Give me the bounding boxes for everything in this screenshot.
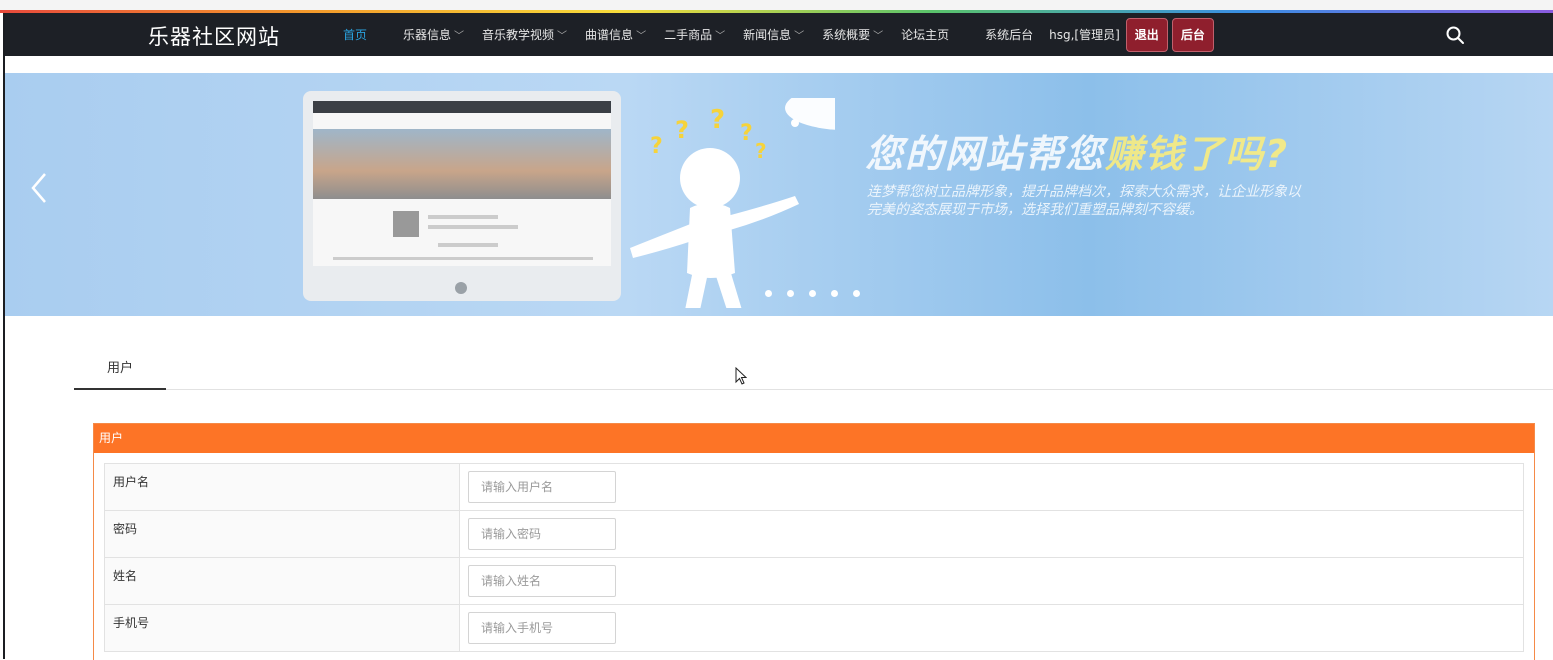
phone-label: 手机号 <box>105 605 460 651</box>
svg-text:?: ? <box>740 121 753 146</box>
tab-user[interactable]: 用户 <box>74 355 166 390</box>
chevron-down-icon: ﹀ <box>557 31 568 42</box>
mouse-cursor-icon <box>735 367 747 385</box>
pointing-figure-illustration: ? ? ? ? ? <box>630 98 835 308</box>
password-input[interactable] <box>468 518 616 550</box>
form-row-username: 用户名 <box>105 464 1523 511</box>
user-form-table: 用户名 密码 姓名 手机号 <box>104 463 1524 652</box>
svg-text:?: ? <box>650 134 663 159</box>
nav-item-system-overview[interactable]: 系统概要 ﹀ <box>822 26 883 43</box>
carousel-dots <box>765 290 875 297</box>
carousel-dot[interactable] <box>831 290 838 297</box>
form-row-phone: 手机号 <box>105 605 1523 652</box>
user-form-panel: 用户 用户名 密码 姓名 手机号 <box>93 423 1535 660</box>
username-input[interactable] <box>468 471 616 503</box>
banner-headline: 您的网站帮您赚钱了吗? <box>865 132 1290 176</box>
chevron-down-icon: ﹀ <box>873 31 884 42</box>
nav-item-backend[interactable]: 系统后台 <box>985 26 1033 43</box>
logout-button[interactable]: 退出 <box>1125 17 1168 52</box>
nav-item-instruments[interactable]: 乐器信息 ﹀ <box>403 26 464 43</box>
panel-title: 用户 <box>94 424 1534 453</box>
carousel-dot[interactable] <box>809 290 816 297</box>
nav-item-sheet-music[interactable]: 曲谱信息 ﹀ <box>585 26 646 43</box>
chevron-down-icon: ﹀ <box>454 31 465 42</box>
nav-item-forum[interactable]: 论坛主页 <box>901 26 949 43</box>
banner-subtext: 连梦帮您树立品牌形象，提升品牌档次，探索大众需求，让企业形象以完美的姿态展现于市… <box>867 184 1301 218</box>
carousel-dot[interactable] <box>787 290 794 297</box>
hero-banner-carousel: ? ? ? ? ? 您的网站帮您赚钱了吗? 连梦帮您树立品牌形象，提升品牌档次，… <box>5 73 1553 316</box>
carousel-dot[interactable] <box>853 290 860 297</box>
nav-item-news[interactable]: 新闻信息 ﹀ <box>743 26 804 43</box>
nav-item-home[interactable]: 首页 <box>343 26 367 43</box>
current-user-label: hsg,[管理员] <box>1049 28 1120 42</box>
admin-panel-button[interactable]: 后台 <box>1171 17 1214 52</box>
chevron-down-icon: ﹀ <box>715 31 726 42</box>
svg-text:?: ? <box>675 116 689 144</box>
nav-item-second-hand[interactable]: 二手商品 ﹀ <box>664 26 725 43</box>
site-brand[interactable]: 乐器社区网站 <box>148 21 280 51</box>
content-tabs: 用户 <box>74 355 1553 390</box>
svg-text:?: ? <box>710 105 725 135</box>
form-row-password: 密码 <box>105 511 1523 558</box>
chevron-down-icon: ﹀ <box>794 31 805 42</box>
form-row-name: 姓名 <box>105 558 1523 605</box>
username-label: 用户名 <box>105 464 460 510</box>
name-label: 姓名 <box>105 558 460 604</box>
monitor-screen <box>313 101 611 266</box>
name-input[interactable] <box>468 565 616 597</box>
apple-logo-icon <box>455 282 467 294</box>
monitor-illustration <box>303 91 621 301</box>
window-left-border <box>3 13 5 659</box>
carousel-dot[interactable] <box>765 290 772 297</box>
phone-input[interactable] <box>468 612 616 644</box>
qr-code-icon <box>393 211 419 237</box>
password-label: 密码 <box>105 511 460 557</box>
search-icon[interactable] <box>1445 25 1465 45</box>
svg-text:?: ? <box>755 139 767 163</box>
chevron-down-icon: ﹀ <box>636 31 647 42</box>
nav-menu: 首页 乐器信息 ﹀ 音乐教学视频 ﹀ 曲谱信息 ﹀ 二手商品 ﹀ 新闻信息 ﹀ 系统概要 ﹀… <box>343 13 1214 56</box>
nav-item-music-videos[interactable]: 音乐教学视频 ﹀ <box>482 26 567 43</box>
carousel-prev-arrow-icon[interactable] <box>27 168 51 208</box>
top-navbar: 乐器社区网站 首页 乐器信息 ﹀ 音乐教学视频 ﹀ 曲谱信息 ﹀ 二手商品 ﹀ 新闻信息… <box>5 13 1553 56</box>
